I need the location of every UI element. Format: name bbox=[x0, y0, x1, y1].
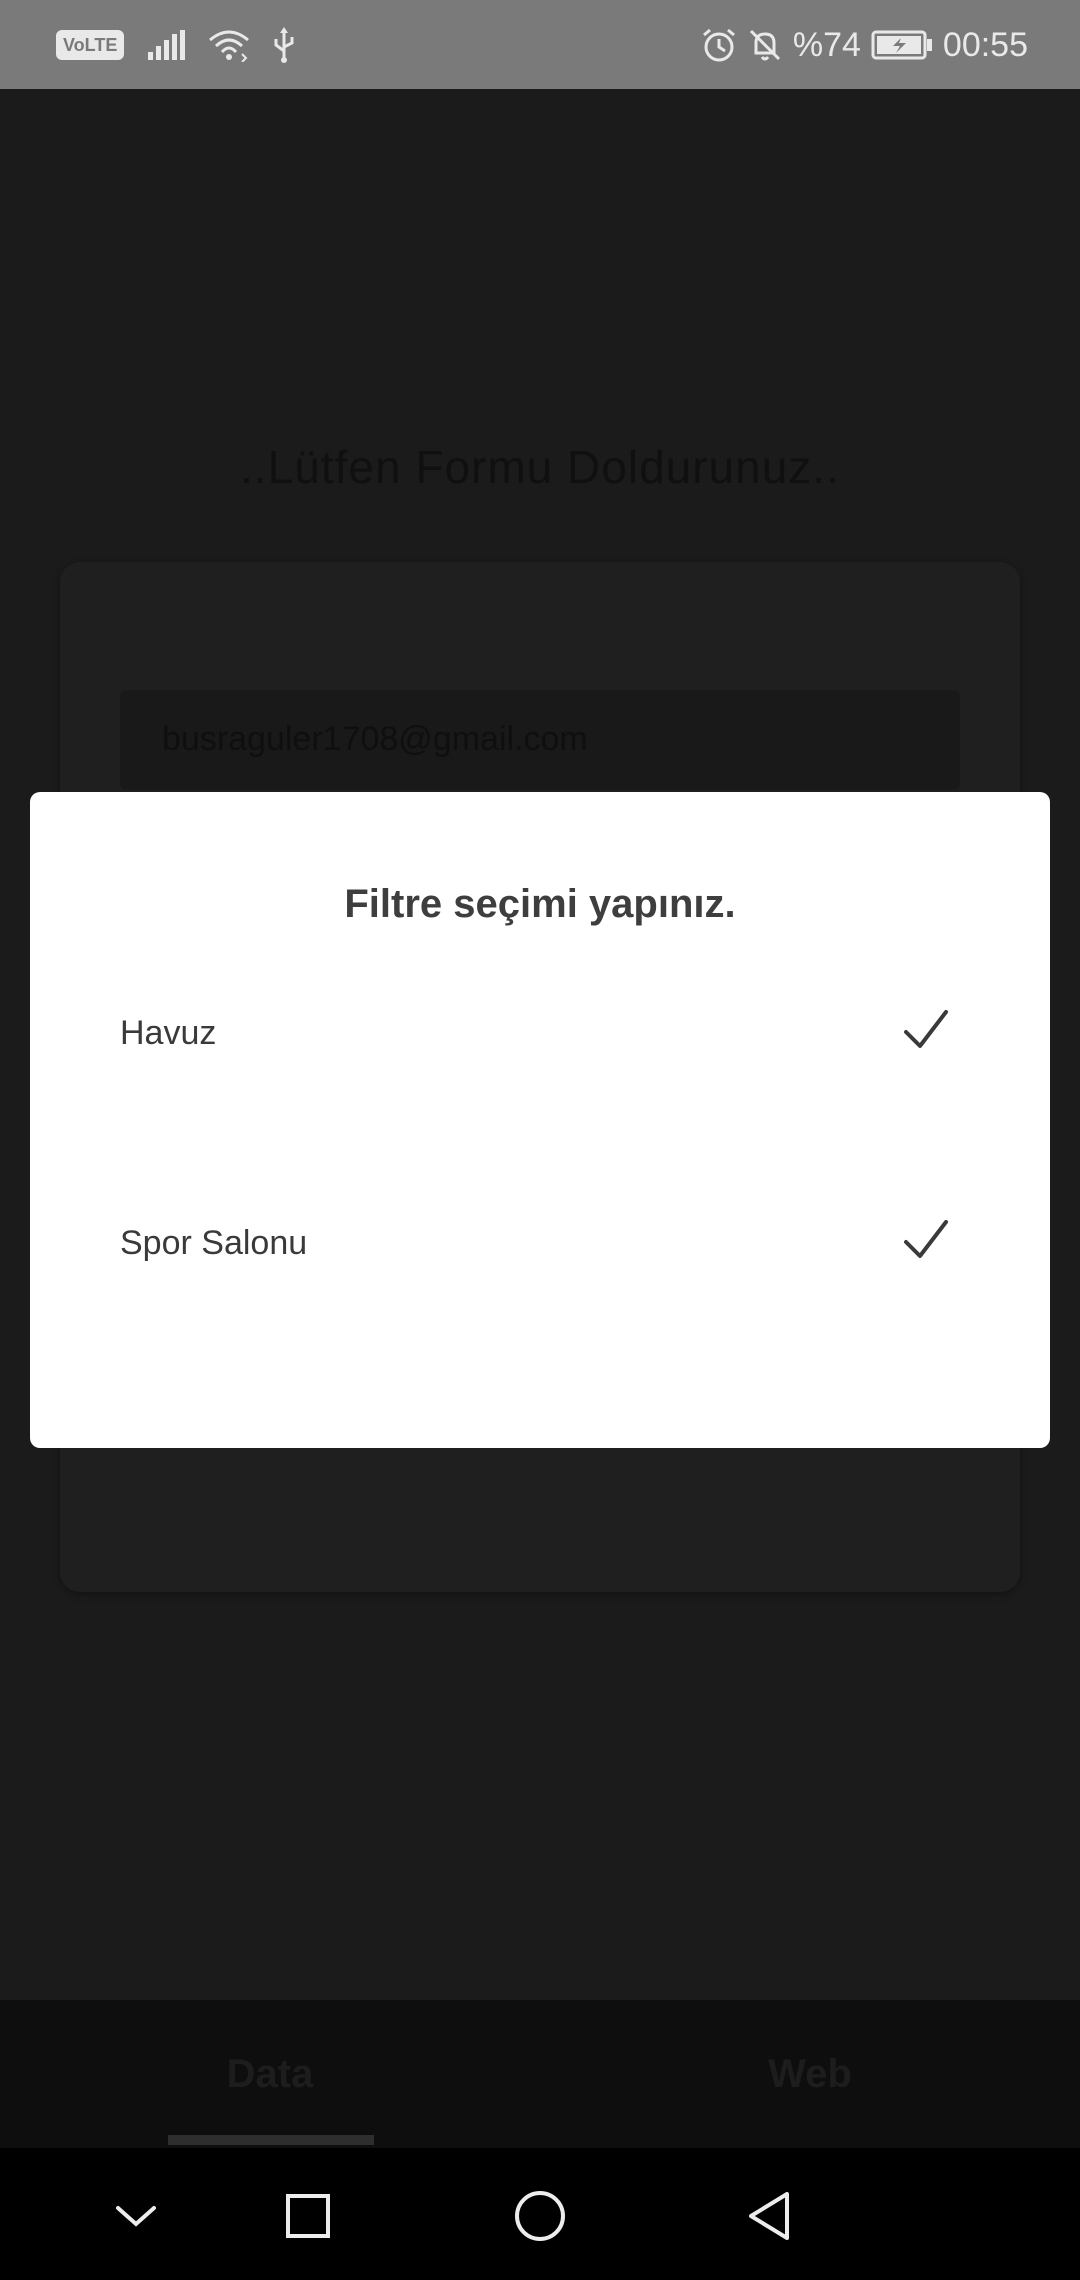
tab-data[interactable]: Data bbox=[0, 2000, 540, 2148]
wifi-icon bbox=[208, 28, 250, 62]
usb-icon bbox=[272, 27, 296, 63]
check-icon bbox=[900, 1214, 952, 1266]
battery-charging-icon bbox=[871, 30, 933, 60]
bottom-tab-bar: Data Web bbox=[0, 2000, 1080, 2148]
check-icon bbox=[900, 1004, 952, 1056]
status-bar-right: %74 00:55 bbox=[701, 22, 1028, 68]
filter-dialog: Filtre seçimi yapınız. Havuz Spor Salonu bbox=[30, 792, 1050, 1448]
notification-off-icon bbox=[747, 27, 783, 63]
circle-icon[interactable] bbox=[500, 2176, 580, 2256]
option-havuz[interactable]: Havuz bbox=[30, 944, 1050, 1144]
battery-percent: %74 bbox=[792, 25, 861, 64]
square-icon[interactable] bbox=[268, 2176, 348, 2256]
dialog-title: Filtre seçimi yapınız. bbox=[344, 882, 736, 926]
form-title: ..Lütfen Formu Doldurunuz.. bbox=[240, 441, 840, 493]
email-value: busraguler1708@gmail.com bbox=[162, 720, 588, 758]
volte-badge: VoLTE bbox=[56, 30, 125, 60]
triangle-back-icon[interactable] bbox=[730, 2176, 810, 2256]
option-label: Havuz bbox=[120, 1014, 217, 1052]
tab-web[interactable]: Web bbox=[540, 2000, 1080, 2148]
email-field: busraguler1708@gmail.com bbox=[120, 690, 960, 790]
navigation-bar bbox=[0, 2148, 1080, 2280]
option-spor-salonu[interactable]: Spor Salonu bbox=[30, 1154, 1050, 1354]
alarm-icon bbox=[701, 27, 737, 63]
chevron-down-icon[interactable] bbox=[96, 2176, 176, 2256]
option-label: Spor Salonu bbox=[120, 1224, 308, 1262]
clock: 00:55 bbox=[942, 25, 1028, 64]
tab-indicator bbox=[168, 2135, 374, 2145]
status-bar: VoLTE %74 00:55 bbox=[0, 0, 1080, 89]
status-bar-left: VoLTE bbox=[56, 22, 296, 68]
signal-icon bbox=[146, 30, 186, 60]
